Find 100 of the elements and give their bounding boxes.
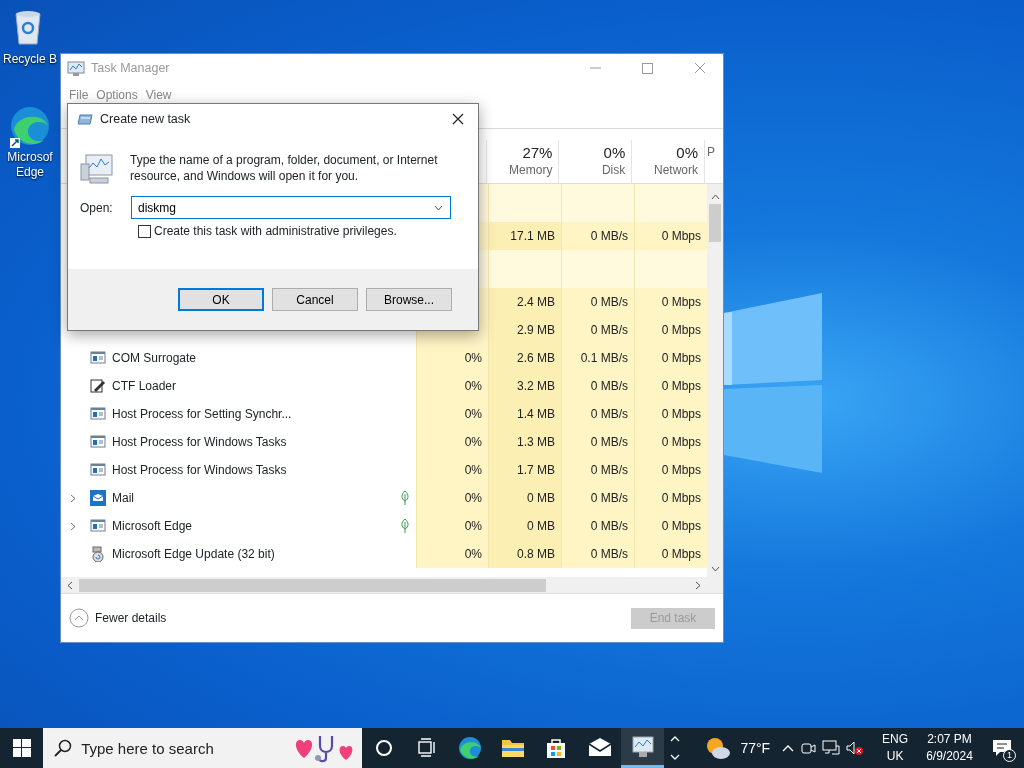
temperature[interactable]: 77°F [740,737,771,759]
scroll-left-icon[interactable] [67,580,73,590]
window-title: Task Manager [91,60,170,78]
search-icon [54,739,73,757]
cpu-cell: 0% [416,344,488,372]
memory-cell: 1.3 MB [488,428,561,456]
mail-icon [90,490,106,506]
cortana-icon[interactable] [373,738,394,758]
process-name[interactable]: Microsoft Edge Update (32 bit) [112,545,275,563]
process-name[interactable]: Host Process for Setting Synchr... [112,405,292,423]
process-name[interactable]: COM Surrogate [112,349,197,367]
vertical-scrollbar[interactable] [707,184,723,577]
network-cell: 0 Mbps [634,316,707,344]
memory-cell: 2.4 MB [488,288,561,316]
chevron-right-icon[interactable] [70,522,76,531]
edge-icon[interactable] [458,736,483,760]
language-indicator[interactable]: UK [882,748,909,765]
cpu-cell: 0% [416,372,488,400]
cpu-cell: 0% [416,456,488,484]
network-cell: 0 Mbps [634,512,707,540]
clock-date[interactable]: 6/9/2024 [926,748,973,765]
cpu-cell: 0% [416,484,488,512]
memory-cell: 17.1 MB [488,222,561,250]
menu-item[interactable]: File [65,83,93,104]
windows-start-icon[interactable] [12,739,31,757]
process-name[interactable]: Host Process for Windows Tasks [112,433,287,451]
disk-cell: 0 MB/s [561,540,634,568]
dialog-message: Type the name of a program, folder, document, or Internet resource, and Windows will open it for you. [130,152,439,184]
window-icon [90,518,106,534]
usage-percent: 0% [602,144,626,162]
network-cell: 0 Mbps [634,344,707,372]
checkbox-label: Create this task with administrative privileges. [154,223,397,240]
edge-icon[interactable] [8,104,52,150]
scroll-up-icon[interactable] [710,194,720,200]
network-cell: 0 Mbps [634,540,707,568]
dropdown-icon[interactable] [434,205,443,211]
disk-cell: 0 MB/s [561,428,634,456]
scroll-right-icon[interactable] [695,580,701,590]
scroll-thumb[interactable] [709,204,721,242]
task-view-icon[interactable] [416,738,437,758]
memory-cell: 3.2 MB [488,372,561,400]
column-label[interactable]: Network [632,162,698,178]
window-icon [90,434,106,450]
usage-percent: 27% [521,144,553,162]
scroll-down-icon[interactable] [710,566,720,572]
network-cell: 0 Mbps [634,372,707,400]
memory-cell: 2.9 MB [488,316,561,344]
monitor-chart-icon[interactable] [630,734,655,759]
notification-icon[interactable] [992,739,1013,757]
run-icon [78,112,94,126]
window-icon [90,350,106,366]
camera-icon[interactable] [800,740,817,756]
open-label: Open: [80,199,114,217]
disk-cell: 0 MB/s [561,222,634,250]
disk-cell: 0 MB/s [561,372,634,400]
taskbar-button[interactable] [621,728,665,768]
update-icon [90,546,106,562]
menu-item[interactable]: View [141,83,176,104]
language-indicator[interactable]: ENG [882,731,909,748]
network-cell: 0 Mbps [634,456,707,484]
menu-item[interactable]: Options [92,83,142,104]
speaker-muted-icon[interactable] [846,740,865,756]
pen-icon [90,378,106,394]
icon-label: Microsof [7,150,53,165]
column-label[interactable]: Memory [486,162,553,178]
network-cell: 0 Mbps [634,222,707,250]
usage-percent: 0% [675,144,698,162]
disk-cell: 0 MB/s [561,484,634,512]
chevron-right-icon[interactable] [70,494,76,503]
scroll-thumb[interactable] [79,578,546,592]
clock-time[interactable]: 2:07 PM [926,731,973,748]
window-icon [90,406,106,422]
network-cell: 0 Mbps [634,484,707,512]
window-icon [90,462,106,478]
horizontal-scrollbar[interactable] [61,577,723,593]
memory-cell: 0 MB [488,484,561,512]
column-label[interactable]: P [707,144,717,160]
disk-cell: 0 MB/s [561,456,634,484]
dialog-button[interactable]: Browse... [366,288,452,311]
process-name[interactable]: CTF Loader [112,377,177,395]
chevron-up-icon[interactable] [782,744,795,752]
fewer-details-link[interactable]: Fewer details [95,609,167,627]
search-field[interactable]: Type here to search [43,728,363,768]
disk-cell: 0 MB/s [561,400,634,428]
network-cell: 0 Mbps [634,400,707,428]
column-label[interactable]: Disk [559,162,626,178]
process-name[interactable]: Host Process for Windows Tasks [112,461,287,479]
dialog-button[interactable]: Cancel [272,288,358,311]
open-field[interactable]: diskmg [131,196,451,219]
network-cell: 0 Mbps [634,428,707,456]
disk-cell: 0 MB/s [561,512,634,540]
checkbox[interactable] [138,224,151,238]
dialog-button[interactable]: OK [178,288,264,311]
weather-sun-cloud-icon[interactable] [704,735,733,761]
icon-label: Recycle B [3,52,57,67]
notification-badge: 1 [1003,749,1016,762]
network-icon[interactable] [822,740,841,756]
process-name[interactable]: Microsoft Edge [112,517,193,535]
collapse-up-icon[interactable] [69,608,89,628]
process-name[interactable]: Mail [112,489,134,507]
